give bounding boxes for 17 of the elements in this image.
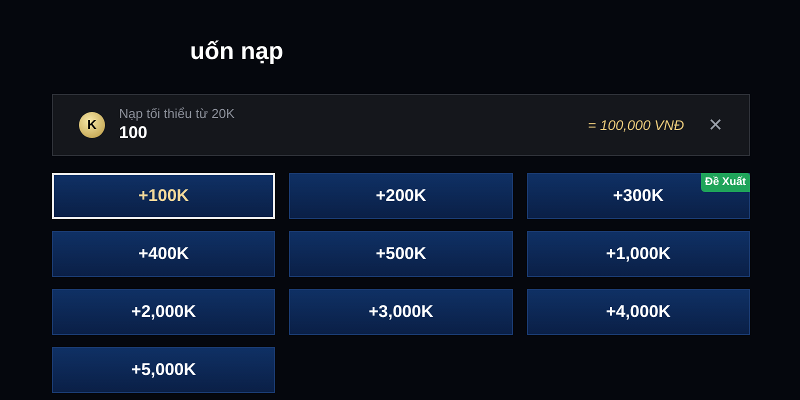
page-title: uốn nạp [190,38,284,65]
amount-option-button[interactable]: +4,000K [526,289,750,335]
amount-option-button[interactable]: +3,000K [289,289,513,335]
amount-option-button[interactable]: +2,000K [52,289,276,335]
coin-icon: K [79,112,105,138]
amount-option-button[interactable]: +1,000K [526,231,750,277]
amount-option-button[interactable]: +500K [289,231,513,277]
amount-field[interactable]: K Nạp tối thiểu từ 20K 100 = 100,000 VNĐ ✕ [52,94,750,156]
recommended-badge: Đề Xuất [701,173,750,192]
amount-option-button[interactable]: +100K [52,173,276,219]
clear-button[interactable]: ✕ [708,112,723,138]
amount-option-button[interactable]: +200K [289,173,513,219]
amount-placeholder: Nạp tối thiểu từ 20K [119,106,235,122]
amount-option-button[interactable]: +400K [52,231,276,277]
vnd-equivalent: = 100,000 VNĐ [588,116,684,134]
amount-value: 100 [119,122,148,144]
amount-option-button[interactable]: +5,000K [52,347,276,393]
